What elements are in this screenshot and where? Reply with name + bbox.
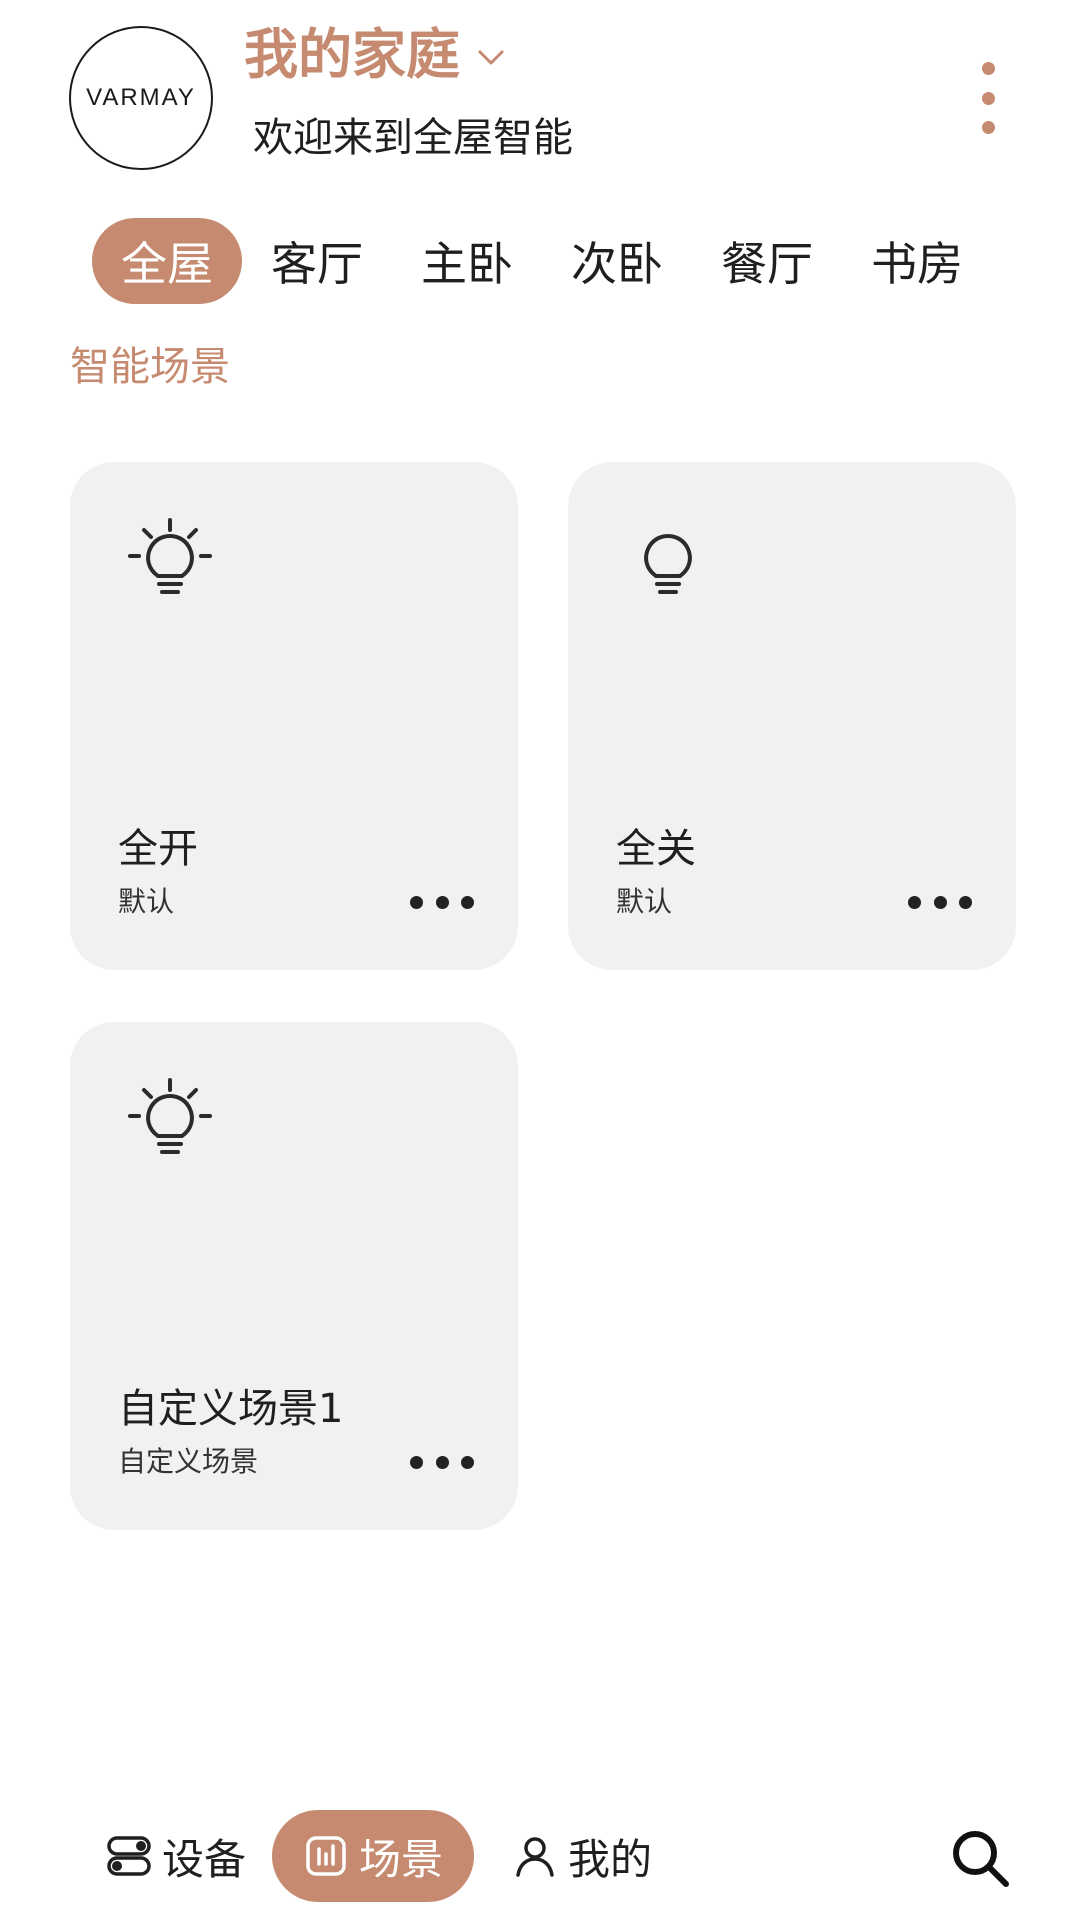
bulb-off-icon bbox=[644, 533, 692, 594]
nav-mine[interactable]: 我的 bbox=[512, 1810, 652, 1902]
more-options-button[interactable] bbox=[966, 62, 1010, 134]
section-title: 智能场景 bbox=[70, 344, 230, 390]
bulb-on-icon bbox=[128, 1078, 212, 1154]
nav-mine-label: 我的 bbox=[568, 1834, 653, 1884]
logo-text: VARMAY bbox=[86, 84, 196, 111]
scene-more-button[interactable] bbox=[410, 1444, 474, 1480]
nav-scenes[interactable]: 场景 bbox=[272, 1810, 474, 1902]
more-dot-icon bbox=[410, 1455, 423, 1469]
scene-chart-icon bbox=[306, 1836, 346, 1876]
scene-card-all-on[interactable]: 全开 默认 bbox=[70, 462, 518, 970]
scene-subtitle: 自定义场景 bbox=[118, 1445, 259, 1478]
more-dot-icon bbox=[933, 895, 947, 909]
more-dot-icon bbox=[410, 895, 423, 909]
welcome-text: 欢迎来到全屋智能 bbox=[253, 115, 573, 161]
search-icon[interactable] bbox=[948, 1826, 1012, 1890]
tab-study[interactable]: 书房 bbox=[842, 218, 992, 304]
smart-home-page: VARMAY 我的家庭 欢迎来到全屋智能 全屋 客厅 主卧 次卧 餐厅 书房 智… bbox=[0, 0, 1080, 1920]
more-dot-icon bbox=[908, 895, 921, 909]
tab-dining-room[interactable]: 餐厅 bbox=[692, 218, 842, 304]
brand-logo: VARMAY bbox=[69, 26, 213, 170]
tab-whole-house[interactable]: 全屋 bbox=[92, 218, 242, 304]
scene-more-button[interactable] bbox=[410, 884, 474, 920]
user-icon bbox=[516, 1837, 554, 1877]
more-dot-icon bbox=[461, 895, 474, 909]
tab-living-room[interactable]: 客厅 bbox=[242, 218, 392, 304]
scene-card-custom-1[interactable]: 自定义场景1 自定义场景 bbox=[70, 1022, 518, 1530]
nav-devices[interactable]: 设备 bbox=[106, 1810, 246, 1902]
scene-subtitle: 默认 bbox=[616, 885, 673, 918]
more-dot-icon bbox=[981, 121, 995, 134]
chevron-down-icon bbox=[478, 50, 504, 65]
room-tabs: 全屋 客厅 主卧 次卧 餐厅 书房 bbox=[92, 218, 992, 304]
scene-card-all-off[interactable]: 全关 默认 bbox=[568, 462, 1016, 970]
scene-name: 全关 bbox=[616, 826, 696, 872]
more-dot-icon bbox=[461, 1455, 474, 1469]
nav-scenes-label: 场景 bbox=[358, 1834, 443, 1884]
more-dot-icon bbox=[435, 1455, 449, 1469]
tab-master-bedroom[interactable]: 主卧 bbox=[392, 218, 542, 304]
scene-name: 自定义场景1 bbox=[118, 1386, 344, 1432]
more-dot-icon bbox=[981, 62, 995, 75]
home-selector[interactable]: 我的家庭 bbox=[244, 22, 508, 88]
tab-second-bedroom[interactable]: 次卧 bbox=[542, 218, 692, 304]
bulb-on-icon bbox=[128, 518, 212, 594]
more-dot-icon bbox=[981, 91, 995, 105]
more-dot-icon bbox=[959, 895, 972, 909]
toggle-switch-icon bbox=[107, 1836, 151, 1876]
scene-name: 全开 bbox=[118, 826, 198, 872]
more-dot-icon bbox=[435, 895, 449, 909]
scene-subtitle: 默认 bbox=[118, 885, 175, 918]
scene-more-button[interactable] bbox=[908, 884, 972, 920]
nav-devices-label: 设备 bbox=[162, 1834, 247, 1884]
bottom-nav: 设备 场景 我的 bbox=[0, 1810, 1080, 1910]
home-title: 我的家庭 bbox=[244, 23, 460, 86]
